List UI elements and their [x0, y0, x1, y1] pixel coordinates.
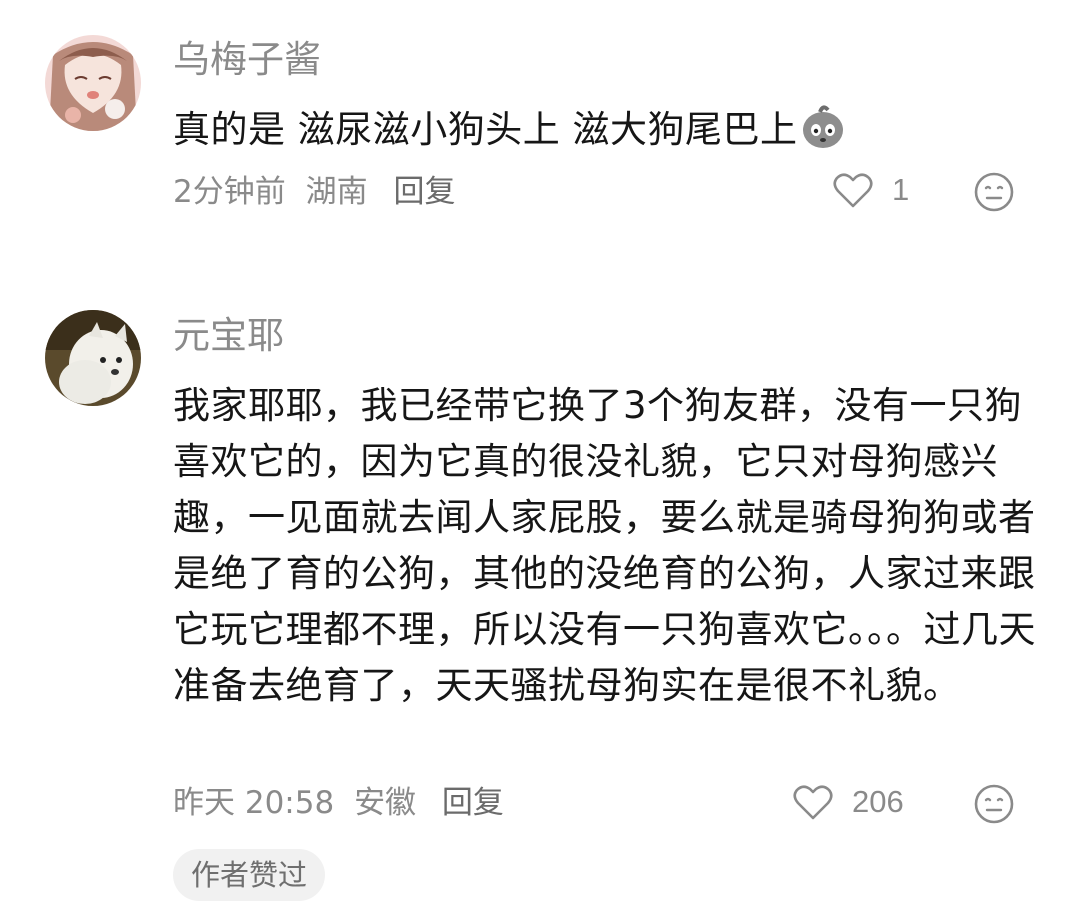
avatar[interactable] — [45, 310, 141, 406]
meh-face-icon — [974, 172, 1014, 212]
username[interactable]: 乌梅子酱 — [173, 38, 321, 82]
reply-button[interactable]: 回复 — [442, 785, 504, 821]
comment-text-content: 真的是 滋尿滋小狗头上 滋大狗尾巴上 — [173, 108, 798, 151]
comment-location: 安徽 — [354, 785, 417, 821]
username[interactable]: 元宝耶 — [173, 314, 284, 358]
dislike-button[interactable] — [974, 784, 1014, 824]
comment-meta: 昨天 20:58 安徽 回复 — [173, 783, 514, 823]
heart-outline-icon — [833, 173, 873, 208]
comment-item: 乌梅子酱 真的是 滋尿滋小狗头上 滋大狗尾巴上 2分钟前 湖南 回复 1 — [0, 0, 1080, 230]
comment-time: 昨天 20:58 — [173, 785, 335, 821]
heart-outline-icon — [793, 785, 833, 820]
comment-location: 湖南 — [305, 174, 368, 210]
comment-item: 元宝耶 我家耶耶，我已经带它换了3个狗友群，没有一只狗喜欢它的，因为它真的很没礼… — [0, 300, 1080, 922]
like-button[interactable]: 206 — [792, 782, 904, 822]
comment-text: 真的是 滋尿滋小狗头上 滋大狗尾巴上 — [173, 102, 1043, 158]
potato-face-emoji-icon — [798, 104, 848, 150]
comment-time: 2分钟前 — [173, 174, 286, 210]
like-count: 206 — [852, 784, 904, 819]
avatar[interactable] — [45, 35, 141, 131]
comment-text: 我家耶耶，我已经带它换了3个狗友群，没有一只狗喜欢它的，因为它真的很没礼貌，它只… — [173, 384, 1036, 707]
dislike-button[interactable] — [974, 172, 1014, 212]
author-liked-badge: 作者赞过 — [173, 849, 326, 901]
reply-button[interactable]: 回复 — [393, 174, 455, 210]
like-button[interactable]: 1 — [832, 170, 909, 210]
comment-meta: 2分钟前 湖南 回复 — [173, 172, 465, 212]
like-count: 1 — [892, 172, 910, 207]
meh-face-icon — [974, 784, 1014, 824]
